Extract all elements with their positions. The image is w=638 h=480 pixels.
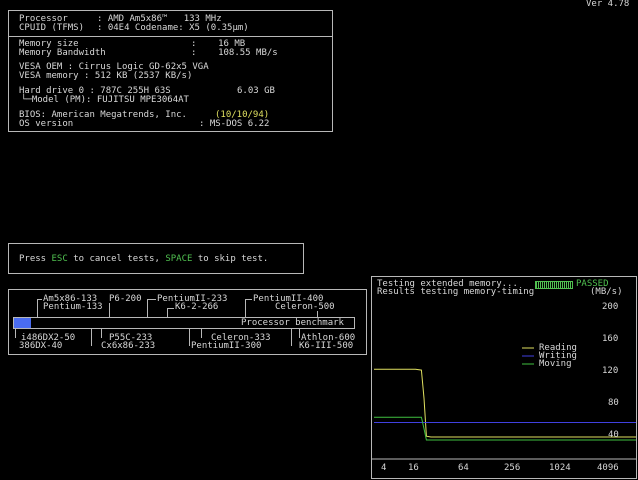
connector — [101, 328, 102, 338]
key-prompt-panel: Press ESC to cancel tests, SPACE to skip… — [8, 243, 304, 274]
y-tick: 80 — [608, 398, 619, 408]
hard-drive-model: └─Model (PM): FUJITSU MPE3064AT — [21, 95, 189, 105]
connector — [147, 299, 148, 317]
connector — [245, 299, 252, 300]
x-tick: 1024 — [549, 463, 571, 473]
ref-k6-2-266: K6-2-266 — [175, 302, 219, 312]
os-version-label: OS version — [19, 119, 74, 129]
cpuid-label: CPUID (TFMS) — [19, 23, 85, 33]
os-version-value: : MS-DOS 6.22 — [199, 119, 270, 129]
connector — [147, 299, 156, 300]
y-tick: 120 — [602, 366, 619, 376]
legend-moving: Moving — [539, 359, 572, 369]
series-reading-line — [374, 368, 636, 438]
prompt-cancel: to cancel tests, — [67, 254, 166, 264]
memory-bandwidth-label: Memory Bandwidth — [19, 48, 106, 58]
prompt-press: Press — [19, 254, 52, 264]
key-prompt: Press ESC to cancel tests, SPACE to skip… — [19, 255, 268, 264]
ref-cx6x86-233: Cx6x86-233 — [101, 341, 156, 351]
ref-pentium-133: Pentium-133 — [43, 302, 103, 312]
connector — [291, 328, 292, 346]
memory-bandwidth-value: : 108.55 MB/s — [191, 48, 278, 58]
x-tick: 64 — [458, 463, 469, 473]
ref-pentiumii-300: PentiumII-300 — [191, 341, 262, 351]
memory-test-panel: Testing extended memory... PASSED Result… — [371, 276, 637, 479]
y-tick: 160 — [602, 334, 619, 344]
ref-386dx-40: 386DX-40 — [19, 341, 63, 351]
connector — [189, 328, 190, 346]
y-tick: 40 — [608, 430, 619, 440]
ref-celeron-500: Celeron-500 — [275, 302, 335, 312]
version-label: Ver 4.78 — [586, 0, 630, 9]
divider — [9, 36, 332, 37]
connector — [245, 299, 246, 317]
benchmark-bar-fill — [14, 318, 31, 328]
connector — [37, 299, 38, 317]
benchmark-panel: Am5x86-133 P6-200 PentiumII-233 PentiumI… — [8, 289, 367, 355]
space-key[interactable]: SPACE — [165, 254, 192, 264]
ref-p6-200: P6-200 — [109, 294, 142, 304]
hard-drive-size: 6.03 GB — [237, 86, 275, 96]
x-tick: 4096 — [597, 463, 619, 473]
ref-k6-iii-500: K6-III-500 — [299, 341, 354, 351]
x-tick: 256 — [504, 463, 521, 473]
connector — [91, 328, 92, 346]
y-tick: 200 — [602, 302, 619, 312]
connector — [167, 308, 168, 317]
connector — [201, 328, 202, 338]
system-info-panel: Processor : AMD Am5x86™ 133 MHz CPUID (T… — [8, 10, 333, 132]
cpuid-value: : 04E4 Codename: X5 (0.35µm) — [97, 23, 249, 33]
x-tick: 4 — [381, 463, 387, 473]
benchmark-score: 48.36 — [33, 318, 61, 328]
benchmark-title: Processor benchmark — [241, 318, 344, 328]
vesa-memory: VESA memory : 512 KB (2537 KB/s) — [19, 71, 193, 81]
connector — [299, 328, 300, 338]
connector — [15, 328, 16, 338]
connector — [167, 308, 174, 309]
esc-key[interactable]: ESC — [52, 254, 68, 264]
memory-timing-chart — [372, 347, 636, 460]
connector — [109, 303, 110, 317]
x-tick: 16 — [408, 463, 419, 473]
prompt-skip: to skip test. — [192, 254, 269, 264]
